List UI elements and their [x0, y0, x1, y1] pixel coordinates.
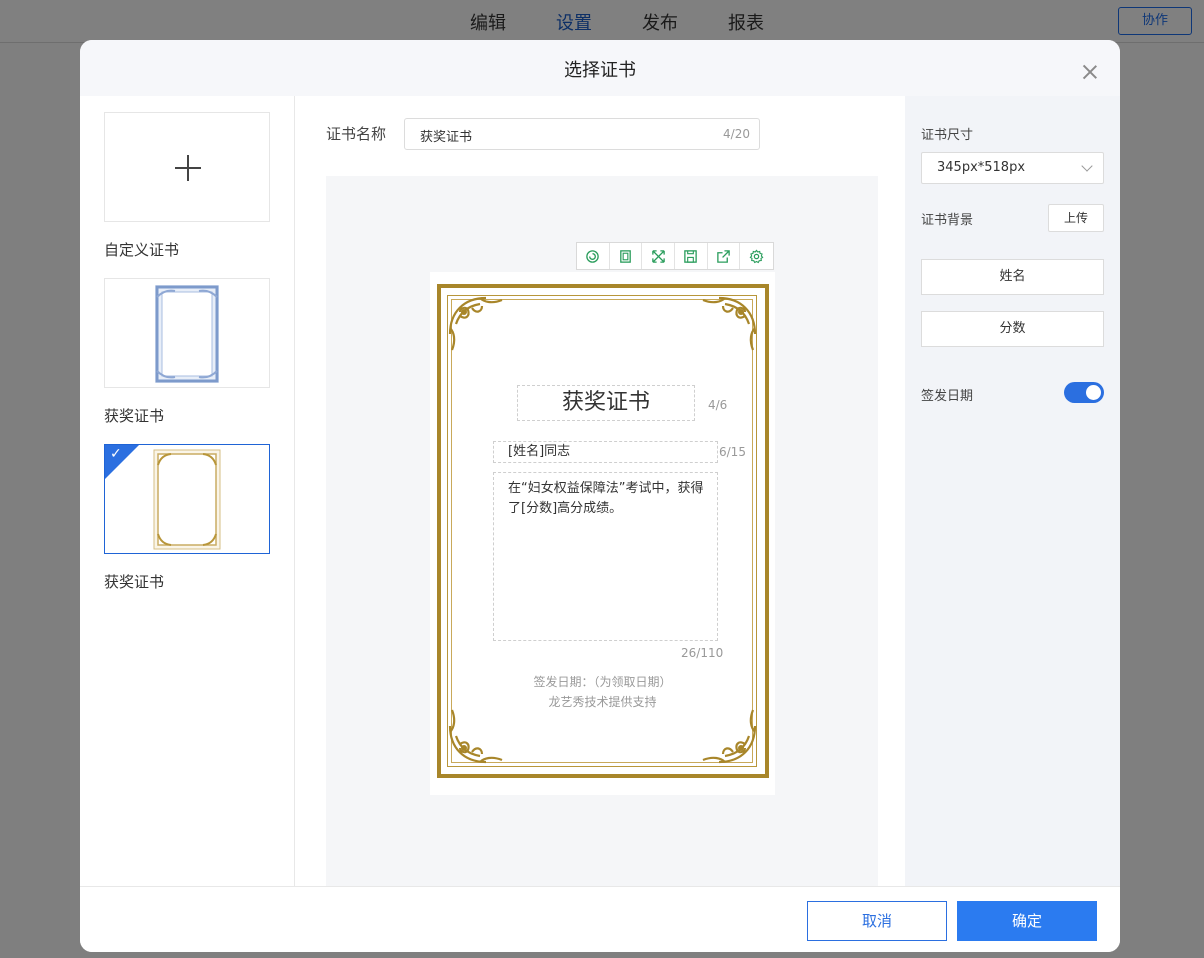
- nav-report[interactable]: 报表: [728, 9, 764, 35]
- char-counter: 26/110: [681, 646, 724, 660]
- fullscreen-icon[interactable]: [642, 243, 676, 269]
- toggle-knob: [1086, 385, 1101, 400]
- editor-panel: 证书名称 获奖证书 4/20 获奖证书 4/6 [姓名]同志 6/15 在“妇女…: [295, 96, 905, 888]
- share-icon[interactable]: [708, 243, 741, 269]
- blue-certificate-thumbnail: [155, 285, 219, 383]
- char-counter: 6/15: [719, 445, 746, 459]
- issue-date-toggle[interactable]: [1064, 382, 1104, 403]
- corner-ornament-icon: [702, 296, 757, 351]
- certificate-canvas: 获奖证书 4/6 [姓名]同志 6/15 在“妇女权益保障法”考试中，获得了[分…: [326, 176, 878, 888]
- certificate-name-label: 证书名称: [326, 125, 387, 143]
- refresh-icon[interactable]: [577, 243, 610, 269]
- template-list: 自定义证书 获奖证书 ✓ 获奖证书: [80, 96, 295, 886]
- certificate-title-field[interactable]: 获奖证书: [517, 385, 695, 421]
- top-bar: 编辑 设置 发布 报表 协作: [0, 0, 1204, 43]
- nav-publish[interactable]: 发布: [642, 9, 678, 35]
- canvas-toolbar: [576, 242, 774, 270]
- modal-header: 选择证书: [80, 40, 1120, 96]
- template-label: 自定义证书: [104, 241, 180, 259]
- char-counter: 4/6: [708, 398, 728, 412]
- gear-icon[interactable]: [740, 243, 773, 269]
- template-card-blue[interactable]: [104, 278, 270, 388]
- check-icon: ✓: [110, 446, 122, 462]
- modal-footer: 取消 确定: [80, 886, 1120, 952]
- template-label: 获奖证书: [104, 407, 165, 425]
- insert-score-button[interactable]: 分数: [921, 311, 1104, 347]
- issue-date-text: 签发日期：（为领取日期）: [533, 675, 672, 689]
- save-icon[interactable]: [675, 243, 708, 269]
- certificate-name-value: 获奖证书: [420, 130, 473, 145]
- modal-title: 选择证书: [564, 60, 636, 81]
- support-text: 龙艺秀技术提供支持: [548, 695, 657, 709]
- nav-settings[interactable]: 设置: [556, 9, 592, 35]
- nav-edit[interactable]: 编辑: [470, 9, 506, 35]
- char-counter: 4/20: [723, 127, 750, 141]
- template-card-custom[interactable]: [104, 112, 270, 222]
- certificate-preview: 获奖证书 4/6 [姓名]同志 6/15 在“妇女权益保障法”考试中，获得了[分…: [430, 272, 775, 795]
- issue-date-label: 签发日期: [921, 389, 974, 404]
- plus-icon: [175, 155, 201, 181]
- size-select[interactable]: 345px*518px: [921, 152, 1104, 184]
- certificate-body-field[interactable]: 在“妇女权益保障法”考试中，获得了[分数]高分成绩。: [493, 472, 718, 641]
- copy-icon[interactable]: [610, 243, 643, 269]
- confirm-button[interactable]: 确定: [957, 901, 1097, 941]
- template-label: 获奖证书: [104, 573, 165, 591]
- chevron-down-icon: [1081, 160, 1093, 172]
- background-label: 证书背景: [921, 213, 974, 228]
- template-card-gold[interactable]: ✓: [104, 444, 270, 554]
- upload-button[interactable]: 上传: [1048, 204, 1104, 232]
- select-certificate-modal: 选择证书 自定义证书 获奖证书 ✓ 获奖证书 证书名称 获奖证书 4/20 获奖…: [80, 40, 1120, 952]
- top-nav: 编辑 设置 发布 报表: [0, 0, 1204, 42]
- collab-button[interactable]: 协作: [1118, 7, 1192, 35]
- insert-name-button[interactable]: 姓名: [921, 259, 1104, 295]
- size-label: 证书尺寸: [921, 128, 974, 143]
- certificate-name-input[interactable]: 获奖证书 4/20: [404, 118, 760, 150]
- cancel-button[interactable]: 取消: [807, 901, 947, 941]
- size-value: 345px*518px: [937, 160, 1026, 175]
- certificate-recipient-field[interactable]: [姓名]同志: [493, 441, 718, 463]
- close-icon[interactable]: [1082, 64, 1098, 80]
- corner-ornament-icon: [448, 296, 503, 351]
- settings-panel: 证书尺寸 345px*518px 证书背景 上传 姓名 分数 签发日期: [905, 96, 1120, 886]
